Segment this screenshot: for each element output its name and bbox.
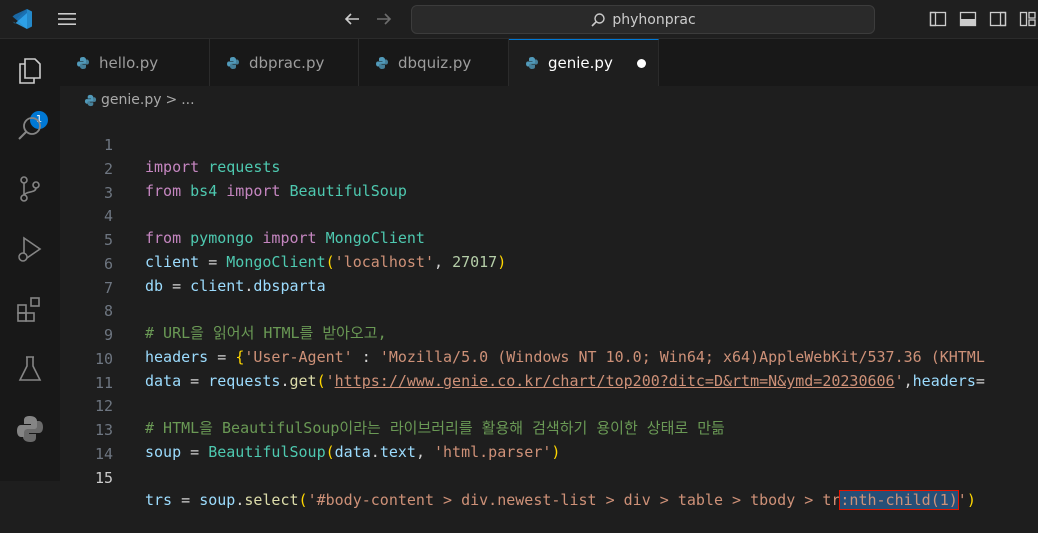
tab-label: hello.py — [99, 53, 159, 72]
python-file-icon — [526, 57, 538, 69]
tab-dbprac-py[interactable]: dbprac.py — [210, 39, 359, 86]
search-text: phyhonprac — [612, 11, 696, 28]
text-selection[interactable]: :nth-child(1) — [839, 490, 959, 510]
code-line-3: 3 — [60, 160, 1038, 202]
code-editor[interactable]: 1 import requests 2 from bs4 import Beau… — [60, 112, 1038, 510]
code-line-4: 4 from pymongo import MongoClient — [60, 183, 1038, 247]
tab-genie-py[interactable]: genie.py — [509, 39, 659, 86]
search-icon[interactable] — [14, 113, 46, 145]
breadcrumb: genie.py > ... — [84, 88, 195, 112]
python-file-icon — [77, 56, 89, 69]
source-control-icon[interactable] — [14, 173, 46, 205]
toggle-secondary-sidebar-icon[interactable] — [988, 9, 1008, 29]
token: soup — [199, 491, 236, 509]
token: ' — [957, 491, 967, 509]
token: '#body-content > div.newest-list > div >… — [307, 491, 841, 509]
search-icon — [591, 12, 606, 27]
python-file-icon — [376, 56, 388, 69]
code-line-2: 2 from bs4 import BeautifulSoup — [60, 136, 1038, 200]
activity-bar: 1 — [0, 39, 60, 481]
explorer-icon[interactable] — [14, 55, 46, 87]
code-line-8: 8 # URL을 읽어서 HTML를 받아오고, — [60, 278, 1038, 342]
python-icon[interactable] — [14, 413, 46, 445]
run-and-debug-icon[interactable] — [14, 233, 46, 265]
code-line-1: 1 import requests — [60, 112, 1038, 176]
code-line-11: 11 — [60, 350, 1038, 392]
line-number: 15 — [94, 469, 113, 487]
layout-controls — [928, 9, 1038, 29]
code-line-7: 7 — [60, 255, 1038, 297]
editor-tabs: hello.py dbprac.py dbquiz.py genie.py — [60, 39, 1038, 86]
token: . — [235, 491, 245, 509]
customize-layout-icon[interactable] — [1018, 9, 1038, 29]
token: = — [172, 491, 200, 509]
breadcrumb-separator: > — [165, 92, 178, 108]
arrow-left-icon[interactable] — [342, 9, 362, 29]
extensions-icon[interactable] — [14, 293, 46, 325]
unsaved-dot-icon[interactable] — [637, 59, 646, 68]
tab-label: dbquiz.py — [398, 53, 472, 72]
code-line-6: 6 db = client.dbsparta — [60, 231, 1038, 295]
code-line-9: 9 headers = {'User-Agent' : 'Mozilla/5.0… — [60, 302, 1038, 366]
token: trs — [145, 491, 173, 509]
code-line-5: 5 client = MongoClient('localhost', 2701… — [60, 207, 1038, 271]
tab-hello-py[interactable]: hello.py — [60, 39, 210, 86]
tab-label: dbprac.py — [249, 53, 325, 72]
arrow-right-icon[interactable] — [374, 9, 394, 29]
python-file-icon — [227, 56, 239, 69]
breadcrumb-symbols[interactable]: ... — [181, 92, 194, 108]
toggle-primary-sidebar-icon[interactable] — [928, 9, 948, 29]
token: ( — [298, 491, 308, 509]
code-line-15: 15 trs = soup.select('#body-content > di… — [60, 445, 1038, 510]
tab-dbquiz-py[interactable]: dbquiz.py — [359, 39, 509, 86]
token: ) — [966, 491, 976, 509]
testing-flask-icon[interactable] — [14, 353, 46, 385]
python-file-icon — [84, 94, 97, 106]
command-center-search[interactable]: phyhonprac — [411, 5, 875, 34]
breadcrumb-file[interactable]: genie.py — [101, 92, 162, 108]
code-line-14: 14 — [60, 421, 1038, 463]
vscode-logo-icon — [12, 9, 32, 29]
toggle-panel-icon[interactable] — [958, 9, 978, 29]
token: select — [244, 491, 299, 509]
code-line-10: 10 data = requests.get('https://www.geni… — [60, 326, 1038, 390]
code-line-13: 13 soup = BeautifulSoup(data.text, 'html… — [60, 397, 1038, 461]
code-line-12: 12 # HTML을 BeautifulSoup이라는 라이브러리를 활용해 검… — [60, 373, 1038, 437]
title-bar: phyhonprac — [0, 0, 1038, 39]
tab-label: genie.py — [548, 54, 613, 72]
menu-icon[interactable] — [56, 9, 78, 29]
